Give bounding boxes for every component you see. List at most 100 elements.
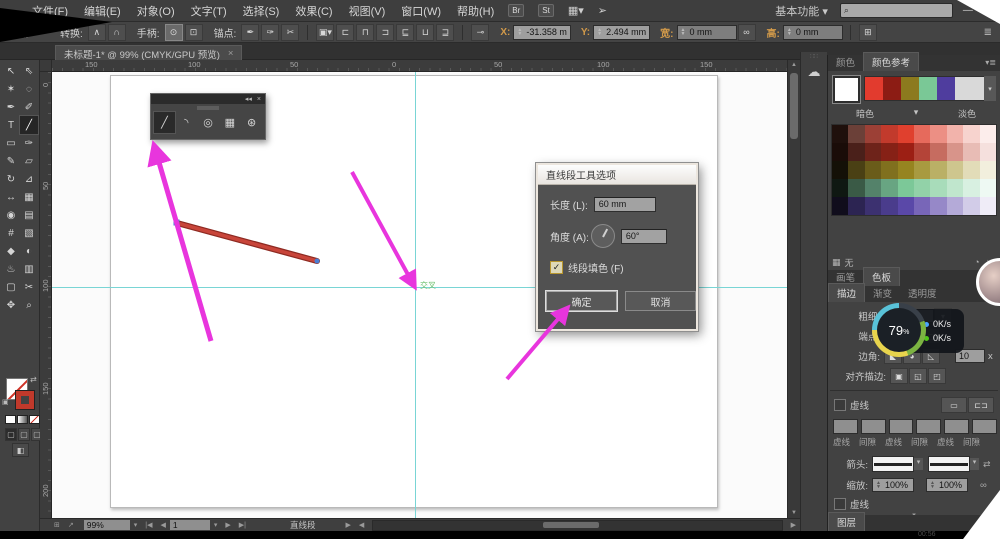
color-swatch[interactable]	[832, 125, 849, 143]
convert-smooth-button[interactable]: ∩	[107, 23, 126, 41]
color-swatch[interactable]	[881, 143, 898, 161]
type-tool[interactable]: T	[2, 116, 20, 134]
artboard-dropdown-icon[interactable]: ▾	[214, 521, 218, 529]
horizontal-ruler[interactable]: 150 100 50 0 50 100 150	[52, 60, 787, 72]
last-artboard-icon[interactable]: ▶|	[239, 521, 246, 529]
color-swatch[interactable]	[979, 143, 996, 161]
x-field[interactable]: ▲ ▼ -31.358 m	[513, 24, 571, 40]
color-swatch[interactable]	[979, 179, 996, 197]
colors-count-icon[interactable]: ◔	[974, 257, 979, 267]
close-icon[interactable]: ×	[228, 48, 234, 59]
menu-item[interactable]: 效果(C)	[295, 3, 332, 19]
eraser-tool[interactable]: ▱	[20, 152, 38, 170]
color-swatch[interactable]	[848, 161, 865, 179]
harmony-color-strip[interactable]	[864, 76, 985, 101]
scroll-right-icon[interactable]: ▶	[791, 521, 796, 529]
stock-button[interactable]: St	[538, 4, 554, 17]
scroll-down-icon[interactable]: ▼	[791, 510, 797, 516]
scroll-left-icon[interactable]: ▶	[345, 521, 350, 529]
remove-anchor-button[interactable]: ✒	[241, 23, 260, 41]
scroll-thumb[interactable]	[543, 521, 600, 528]
arc-tool[interactable]: ◝	[176, 112, 197, 133]
chevron-down-icon[interactable]: ▾	[914, 107, 919, 120]
libraries-panel-icon[interactable]: ☁	[801, 64, 827, 80]
hand-tool[interactable]: ✥	[2, 296, 20, 314]
paintbrush-tool[interactable]: ✑	[20, 134, 38, 152]
eyedropper-tool[interactable]: ◆	[2, 242, 20, 260]
menu-item[interactable]: 窗口(W)	[401, 3, 441, 19]
artboard-number-field[interactable]: 1	[169, 520, 210, 530]
arrow-scale-start-field[interactable]: ▲ ▼ 100%	[872, 478, 914, 492]
align-outside-stroke-button[interactable]: ◰	[928, 368, 946, 384]
scale-tool[interactable]: ⊿	[20, 170, 38, 188]
drag-dots[interactable]: ∷∷	[801, 53, 827, 60]
color-swatch[interactable]	[913, 197, 931, 215]
color-swatch[interactable]	[897, 125, 914, 143]
tab-color-guide[interactable]: 颜色参考	[863, 52, 920, 71]
distribute-icon[interactable]: ⊸	[471, 23, 490, 41]
tab-transparency[interactable]: 透明度	[900, 284, 945, 302]
draw-normal-button[interactable]: ▢	[5, 428, 17, 441]
menu-item[interactable]: 对象(O)	[137, 3, 175, 19]
color-swatch[interactable]	[963, 161, 980, 179]
selection-tool[interactable]: ↖	[2, 62, 20, 80]
color-swatch[interactable]	[963, 143, 980, 161]
symbol-sprayer-tool[interactable]: ♨	[2, 260, 20, 278]
color-swatch[interactable]	[864, 197, 882, 215]
color-swatch[interactable]	[897, 197, 914, 215]
color-swatch[interactable]	[864, 179, 882, 197]
add-anchor-button[interactable]: ✑	[261, 23, 280, 41]
shape-builder-tool[interactable]: ◉	[2, 206, 20, 224]
screen-mode-button[interactable]: ◧	[12, 443, 29, 457]
mesh-tool[interactable]: #	[2, 224, 20, 242]
curvature-pen-tool[interactable]: ✐	[20, 98, 38, 116]
align-center-button[interactable]: ⊓	[356, 23, 375, 41]
panel-menu-icon[interactable]: ▾≣	[985, 58, 996, 67]
draw-behind-button[interactable]: ▢	[18, 428, 30, 441]
polar-grid-tool[interactable]: ⊛	[241, 112, 262, 133]
document-tab[interactable]: 未标题-1* @ 99% (CMYK/GPU 预览) ×	[55, 45, 243, 61]
color-swatch[interactable]	[913, 179, 931, 197]
color-swatch[interactable]	[897, 179, 914, 197]
zoom-tool[interactable]: ⌕	[20, 296, 38, 314]
zoom-level-field[interactable]: 99%	[83, 520, 130, 530]
share-icon[interactable]: ➢	[598, 4, 607, 17]
tab-color[interactable]: 颜色	[828, 53, 863, 71]
dash-value-field[interactable]	[972, 419, 997, 434]
align-left-button[interactable]: ⊏	[336, 23, 355, 41]
color-swatch[interactable]	[946, 125, 964, 143]
color-swatch[interactable]	[832, 179, 849, 197]
color-swatch[interactable]	[848, 125, 865, 143]
free-transform-tool[interactable]: ▦	[20, 188, 38, 206]
ruler-origin[interactable]	[40, 60, 52, 72]
y-field[interactable]: ▲ ▼ 2.494 mm	[593, 24, 651, 40]
arrowhead-start-dropdown[interactable]	[872, 456, 923, 472]
color-swatch[interactable]	[963, 197, 980, 215]
angle-field[interactable]: 60°	[620, 228, 667, 244]
column-graph-tool[interactable]: ▥	[20, 260, 38, 278]
none-button[interactable]	[29, 415, 40, 424]
color-swatch[interactable]	[930, 161, 947, 179]
canvas-rotate-icon[interactable]: ⊞	[54, 521, 60, 529]
height-field[interactable]: ▲ ▼ 0 mm	[782, 24, 843, 40]
transform-icon[interactable]: ⊞	[858, 23, 877, 41]
hide-handles-button[interactable]: ⊡	[184, 23, 203, 41]
artboard-tool[interactable]: ▢	[2, 278, 20, 296]
line-segment-tool[interactable]: ╱	[153, 111, 176, 134]
magic-wand-tool[interactable]: ✶	[2, 80, 20, 98]
color-swatch[interactable]	[832, 197, 849, 215]
stroke-swatch[interactable]	[15, 390, 35, 410]
current-color-swatch[interactable]	[832, 75, 861, 104]
first-artboard-icon[interactable]: |◀	[145, 521, 152, 529]
rotate-tool[interactable]: ↻	[2, 170, 20, 188]
line-tools-palette[interactable]: ◂◂ × ╱ ◝ ◎ ▦ ⊛	[150, 93, 266, 140]
swap-fill-stroke-icon[interactable]: ⇄	[30, 375, 37, 384]
align-bottom-button[interactable]: ⊒	[436, 23, 455, 41]
color-swatch[interactable]	[848, 197, 865, 215]
rectangle-tool[interactable]: ▭	[2, 134, 20, 152]
zoom-dropdown-icon[interactable]: ▾	[134, 521, 138, 529]
vertical-scrollbar[interactable]: ▲ ▼	[787, 60, 800, 518]
bridge-button[interactable]: Br	[508, 4, 525, 17]
gradient-tool[interactable]: ▧	[20, 224, 38, 242]
color-swatch[interactable]	[930, 143, 947, 161]
